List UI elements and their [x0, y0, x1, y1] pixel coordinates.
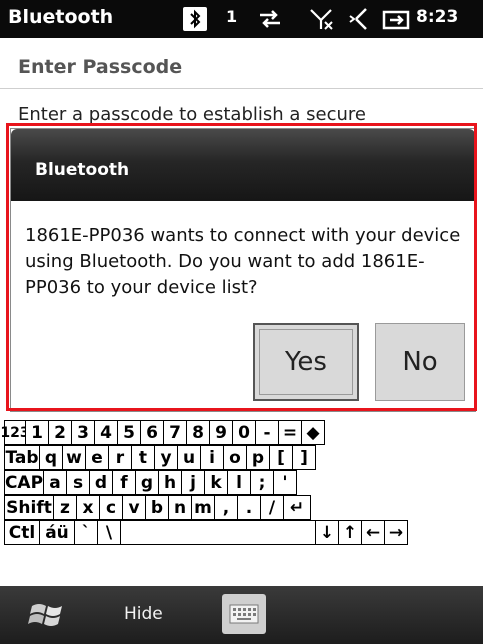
bluetooth-dialog: Bluetooth 1861E-PP036 wants to connect w…	[10, 128, 476, 412]
key-8[interactable]: 8	[186, 420, 210, 445]
key-semicolon[interactable]: ;	[250, 470, 274, 495]
keyboard-row-5: Ctl áü ` \ ↓ ↑ ← →	[4, 520, 408, 545]
key-z[interactable]: z	[53, 495, 77, 520]
key-x[interactable]: x	[76, 495, 100, 520]
key-123[interactable]: 123	[0, 420, 30, 445]
key-backtick[interactable]: `	[74, 520, 98, 545]
no-button[interactable]: No	[375, 323, 465, 401]
key-w[interactable]: w	[62, 445, 86, 470]
key-4[interactable]: 4	[94, 420, 118, 445]
key-2[interactable]: 2	[48, 420, 72, 445]
key-period[interactable]: .	[237, 495, 261, 520]
keyboard-row-3: CAP a s d f g h j k l ; '	[4, 470, 297, 495]
battery-charging-icon	[382, 10, 410, 30]
on-screen-keyboard: 123 1 2 3 4 5 6 7 8 9 0 - = ◆ Tab q w e …	[0, 420, 480, 580]
key-caps[interactable]: CAP	[4, 470, 44, 495]
key-t[interactable]: t	[131, 445, 155, 470]
key-left-bracket[interactable]: [	[269, 445, 293, 470]
page-heading: Enter Passcode	[18, 56, 183, 78]
volume-muted-icon	[349, 8, 367, 30]
key-tab[interactable]: Tab	[4, 445, 40, 470]
key-d[interactable]: d	[89, 470, 113, 495]
space-key[interactable]	[120, 520, 316, 545]
key-c[interactable]: c	[99, 495, 123, 520]
key-6[interactable]: 6	[140, 420, 164, 445]
menu-bar: Hide	[0, 586, 483, 644]
key-h[interactable]: h	[158, 470, 182, 495]
key-k[interactable]: k	[204, 470, 228, 495]
enter-key[interactable]: ↵	[283, 495, 311, 520]
key-b[interactable]: b	[145, 495, 169, 520]
data-transfer-icon	[260, 10, 280, 28]
key-7[interactable]: 7	[163, 420, 187, 445]
right-arrow-key[interactable]: →	[384, 520, 408, 545]
key-0[interactable]: 0	[232, 420, 256, 445]
signal-count: 1	[226, 7, 238, 26]
clock: 8:23	[416, 7, 459, 27]
key-p[interactable]: p	[246, 445, 270, 470]
key-backslash[interactable]: \	[97, 520, 121, 545]
key-9[interactable]: 9	[209, 420, 233, 445]
key-j[interactable]: j	[181, 470, 205, 495]
key-u[interactable]: u	[177, 445, 201, 470]
key-n[interactable]: n	[168, 495, 192, 520]
key-e[interactable]: e	[85, 445, 109, 470]
key-right-bracket[interactable]: ]	[292, 445, 316, 470]
key-q[interactable]: q	[39, 445, 63, 470]
key-5[interactable]: 5	[117, 420, 141, 445]
backspace-key[interactable]: ◆	[301, 420, 325, 445]
key-minus[interactable]: -	[255, 420, 279, 445]
key-equals[interactable]: =	[278, 420, 302, 445]
key-a[interactable]: a	[43, 470, 67, 495]
windows-start-icon[interactable]	[28, 598, 68, 632]
down-arrow-key[interactable]: ↓	[315, 520, 339, 545]
keyboard-row-4: Shift z x c v b n m , . / ↵	[4, 495, 311, 520]
yes-button[interactable]: Yes	[253, 323, 359, 401]
key-o[interactable]: o	[223, 445, 247, 470]
dialog-message: 1861E-PP036 wants to connect with your d…	[25, 225, 461, 298]
dialog-header: Bluetooth	[11, 129, 475, 201]
no-signal-icon	[310, 9, 333, 30]
key-shift[interactable]: Shift	[4, 495, 54, 520]
key-3[interactable]: 3	[71, 420, 95, 445]
app-title: Bluetooth	[8, 6, 114, 28]
key-ctl[interactable]: Ctl	[4, 520, 40, 545]
keyboard-row-1: 123 1 2 3 4 5 6 7 8 9 0 - = ◆	[0, 420, 325, 445]
bluetooth-icon	[183, 7, 207, 31]
key-comma[interactable]: ,	[214, 495, 238, 520]
page-divider	[0, 88, 483, 89]
key-g[interactable]: g	[135, 470, 159, 495]
hide-softkey[interactable]: Hide	[124, 604, 163, 624]
key-apostrophe[interactable]: '	[273, 470, 297, 495]
key-l[interactable]: l	[227, 470, 251, 495]
key-s[interactable]: s	[66, 470, 90, 495]
key-v[interactable]: v	[122, 495, 146, 520]
key-f[interactable]: f	[112, 470, 136, 495]
key-m[interactable]: m	[191, 495, 215, 520]
keyboard-icon[interactable]	[222, 594, 266, 634]
key-i[interactable]: i	[200, 445, 224, 470]
up-arrow-key[interactable]: ↑	[338, 520, 362, 545]
page-description: Enter a passcode to establish a secure	[18, 104, 366, 124]
key-1[interactable]: 1	[25, 420, 49, 445]
dialog-title: Bluetooth	[35, 160, 130, 180]
keyboard-row-2: Tab q w e r t y u i o p [ ]	[4, 445, 316, 470]
key-slash[interactable]: /	[260, 495, 284, 520]
key-y[interactable]: y	[154, 445, 178, 470]
key-accents[interactable]: áü	[39, 520, 75, 545]
status-bar: Bluetooth 1 8:23	[0, 0, 483, 38]
key-r[interactable]: r	[108, 445, 132, 470]
left-arrow-key[interactable]: ←	[361, 520, 385, 545]
